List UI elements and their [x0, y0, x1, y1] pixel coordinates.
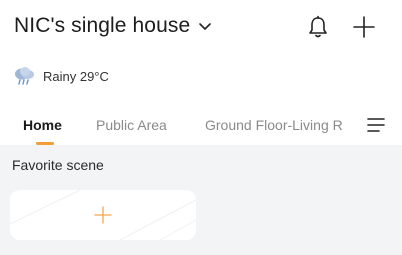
tab-home[interactable]: Home — [23, 117, 62, 133]
add-icon[interactable] — [352, 15, 376, 39]
chevron-down-icon — [199, 23, 212, 30]
rain-cloud-icon — [15, 67, 34, 85]
top-header: NIC's single house — [0, 0, 402, 56]
bell-icon[interactable] — [307, 15, 329, 39]
weather-text: Rainy 29°C — [43, 68, 109, 84]
favorite-scene-title: Favorite scene — [12, 157, 104, 173]
home-name: NIC's single house — [14, 14, 191, 37]
home-content: Favorite scene — [0, 145, 402, 255]
tab-ground-floor-living-room[interactable]: Ground Floor-Living R — [205, 117, 343, 133]
weather-status: Rainy 29°C — [13, 66, 109, 86]
add-scene-icon — [94, 206, 112, 224]
home-selector[interactable]: NIC's single house — [14, 14, 212, 38]
room-tabs: Home Public Area Ground Floor-Living R — [0, 108, 402, 146]
add-scene-card[interactable] — [10, 190, 196, 240]
tab-public-area[interactable]: Public Area — [96, 117, 167, 133]
menu-icon[interactable] — [367, 117, 385, 133]
